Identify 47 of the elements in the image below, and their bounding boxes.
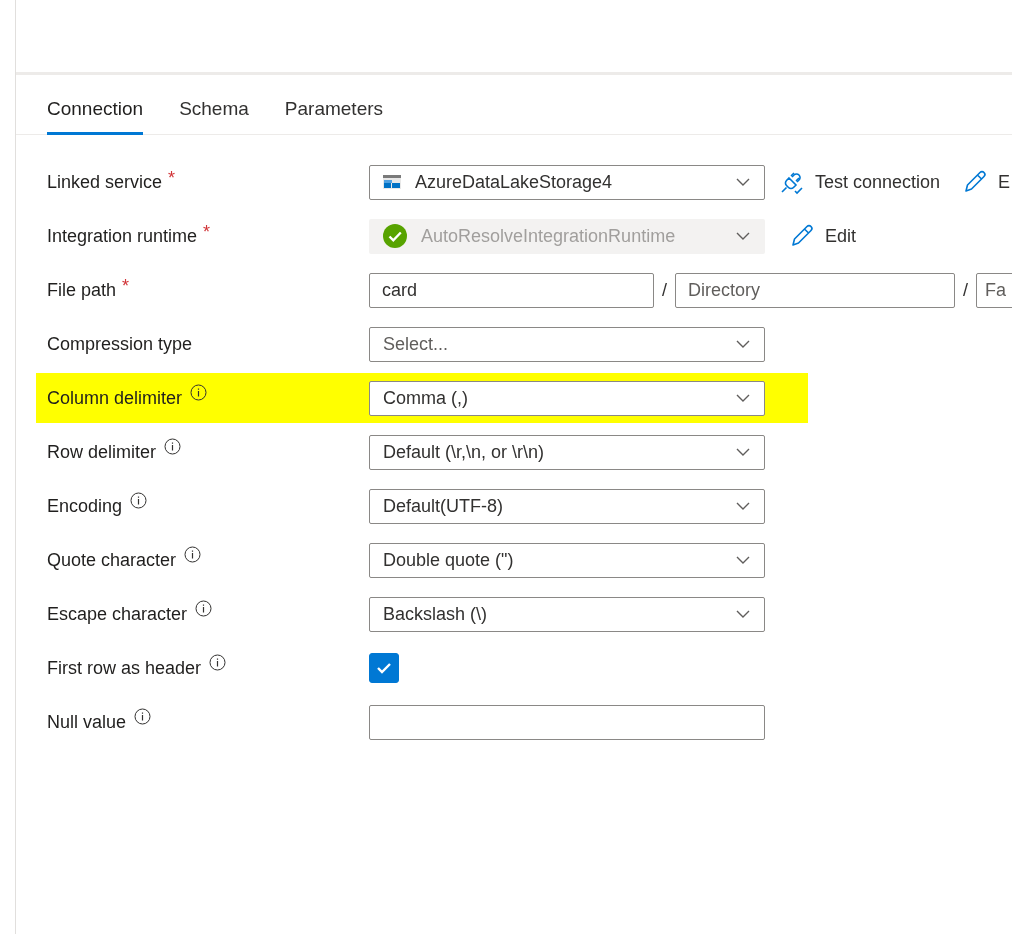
tab[interactable]: Parameters xyxy=(284,98,384,135)
chevron-down-icon xyxy=(736,502,750,510)
dropdown[interactable]: Select... xyxy=(369,326,765,362)
input-field[interactable] xyxy=(369,704,765,740)
chevron-down-icon xyxy=(736,556,750,564)
field-label: Integration runtime xyxy=(47,225,198,247)
chevron-down-icon xyxy=(736,178,750,186)
field-label: Column delimiter xyxy=(47,387,183,409)
chevron-down-icon xyxy=(736,448,750,456)
dropdown[interactable]: Double quote (") xyxy=(369,542,765,578)
required-mark: * xyxy=(203,221,211,243)
dropdown[interactable]: Default (\r,\n, or \r\n) xyxy=(369,434,765,470)
chevron-down-icon xyxy=(736,610,750,618)
field-label: Compression type xyxy=(47,333,193,355)
edit-button[interactable]: E xyxy=(962,169,1011,195)
field-label: Null value xyxy=(47,711,127,733)
path-separator: / xyxy=(662,279,667,301)
field-label: File path xyxy=(47,279,117,301)
field-label: First row as header xyxy=(47,657,202,679)
checkbox[interactable] xyxy=(369,653,399,683)
check-circle-icon xyxy=(383,224,407,248)
dropdown[interactable]: Comma (,) xyxy=(369,380,765,416)
path-field[interactable]: Fa xyxy=(976,272,1012,308)
path-field[interactable]: card xyxy=(369,272,654,308)
chevron-down-icon xyxy=(736,394,750,402)
storage-icon xyxy=(383,175,401,189)
pencil-icon xyxy=(789,223,815,249)
field-label: Row delimiter xyxy=(47,441,157,463)
path-separator: / xyxy=(963,279,969,301)
required-mark: * xyxy=(168,167,176,189)
field-label: Quote character xyxy=(47,549,177,571)
tab[interactable]: Schema xyxy=(179,98,249,135)
field-label: Linked service xyxy=(47,171,163,193)
plug-icon xyxy=(779,169,805,195)
pencil-icon xyxy=(962,169,989,195)
field-label: Encoding xyxy=(47,495,123,517)
required-mark: * xyxy=(122,275,130,297)
test-connection-button[interactable]: Test connection xyxy=(779,169,941,195)
path-field[interactable]: Directory xyxy=(675,272,955,308)
dropdown[interactable]: AzureDataLakeStorage4 xyxy=(369,164,765,200)
chevron-down-icon xyxy=(736,232,750,240)
checkmark-icon xyxy=(376,662,392,674)
chevron-down-icon xyxy=(736,340,750,348)
field-label: Escape character xyxy=(47,603,188,625)
dropdown[interactable]: Backslash (\) xyxy=(369,596,765,632)
tab[interactable]: Connection xyxy=(47,98,144,135)
dropdown[interactable]: Default(UTF-8) xyxy=(369,488,765,524)
